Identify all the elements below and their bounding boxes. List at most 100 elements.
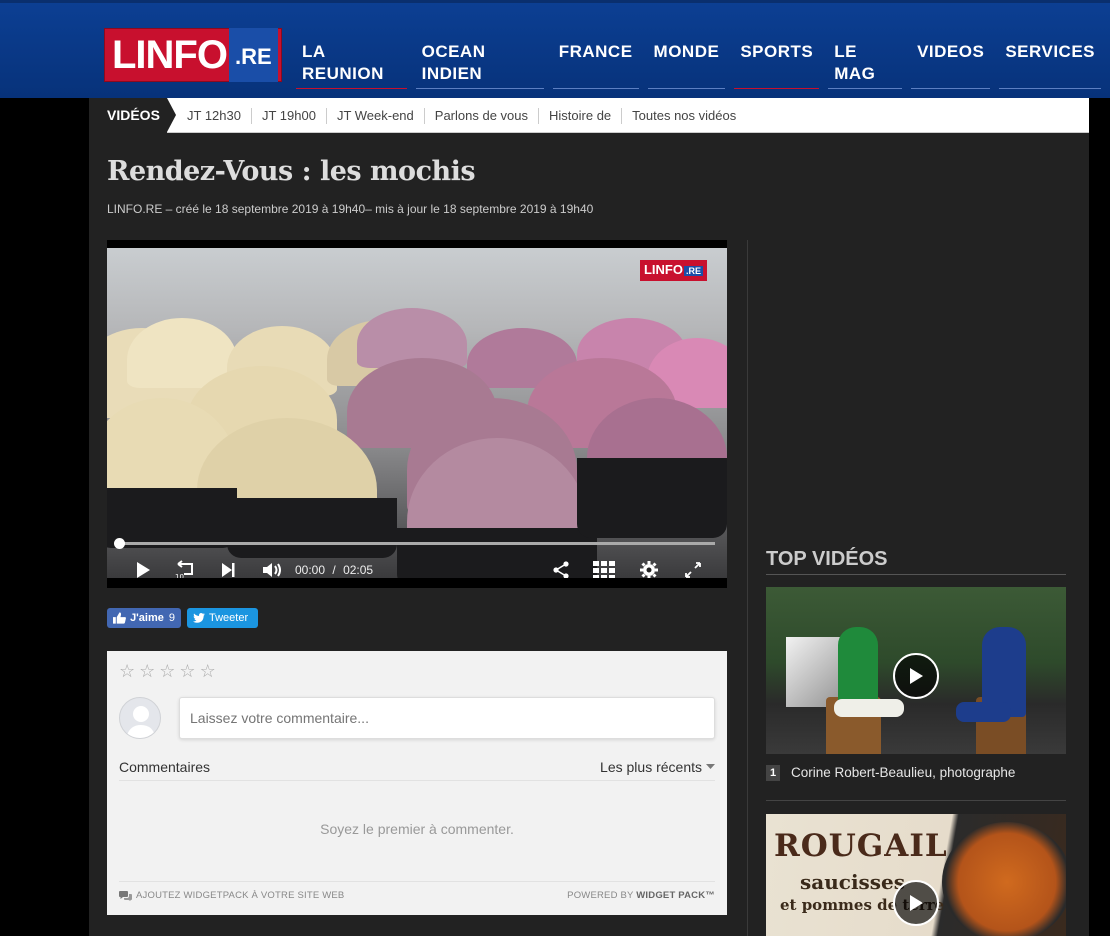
- fullscreen-icon: [685, 562, 701, 578]
- nav-la-reunion[interactable]: LA REUNION: [296, 41, 407, 89]
- star-icon[interactable]: ☆: [119, 661, 135, 682]
- nav-sports[interactable]: SPORTS: [734, 41, 820, 89]
- chat-bubbles-icon: [119, 890, 132, 901]
- subnav-jt-19h00[interactable]: JT 19h00: [252, 107, 327, 124]
- tweet-button[interactable]: Tweeter: [187, 608, 258, 628]
- settings-button[interactable]: [635, 554, 663, 578]
- share-icon: [553, 561, 569, 578]
- play-icon: [910, 668, 923, 684]
- svg-text:10: 10: [175, 573, 184, 578]
- powered-by-brand: WIDGET PACK™: [636, 890, 715, 901]
- comments-heading: Commentaires: [119, 759, 211, 775]
- mochi-cup: [577, 458, 727, 538]
- video-controls: 10 00:00 / 02:05: [107, 554, 727, 578]
- watermark-main-text: LINFO: [643, 262, 683, 277]
- twitter-bird-icon: [193, 613, 205, 623]
- volume-button[interactable]: [259, 554, 287, 578]
- thumb-person-green: [838, 627, 878, 707]
- page-title: Rendez-Vous : les mochis: [107, 156, 476, 187]
- mochi-cup: [227, 498, 397, 558]
- avatar: [119, 697, 161, 739]
- top-video-separator: [766, 800, 1066, 801]
- subnav-parlons-de-vous[interactable]: Parlons de vous: [425, 107, 540, 124]
- empty-comments-message: Soyez le premier à commenter.: [320, 821, 514, 837]
- star-icon[interactable]: ☆: [139, 661, 155, 682]
- video-watermark: LINFO .RE: [639, 260, 707, 281]
- caret-down-icon: [706, 764, 715, 769]
- powered-by[interactable]: POWERED BY WIDGET PACK™: [567, 890, 715, 901]
- comments-header: Commentaires Les plus récents: [119, 759, 715, 781]
- comments-widget: ☆ ☆ ☆ ☆ ☆ Commentaires Les plus récents …: [107, 651, 727, 915]
- article-meta: LINFO.RE – créé le 18 septembre 2019 à 1…: [107, 202, 594, 216]
- watermark-suffix-text: .RE: [683, 266, 703, 276]
- logo-suffix-text: .RE: [228, 28, 278, 82]
- comment-input[interactable]: [179, 697, 715, 739]
- top-video-rank: 1: [766, 765, 780, 781]
- current-time: 00:00: [295, 563, 326, 577]
- page-content: VIDÉOS JT 12h30 JT 19h00 JT Week-end Par…: [89, 98, 1089, 936]
- like-label: J'aime: [130, 612, 164, 624]
- nav-ocean-indien[interactable]: OCEAN INDIEN: [415, 41, 544, 89]
- top-video-title[interactable]: Corine Robert-Beaulieu, photographe: [791, 765, 1015, 780]
- top-videos-rule: [766, 574, 1066, 575]
- play-button[interactable]: [129, 554, 157, 578]
- rewind-10-icon: 10: [175, 560, 193, 578]
- nav-le-mag[interactable]: LE MAG: [828, 41, 903, 89]
- add-widgetpack-link[interactable]: AJOUTEZ WIDGETPACK À VOTRE SITE WEB: [119, 890, 344, 901]
- subnav-toutes-nos-videos[interactable]: Toutes nos vidéos: [622, 108, 746, 124]
- skip-next-icon: [222, 563, 235, 577]
- site-header: LINFO .RE LA REUNION OCEAN INDIEN FRANCE…: [0, 0, 1110, 98]
- play-overlay-button[interactable]: [893, 880, 939, 926]
- rewind-10-button[interactable]: 10: [171, 554, 199, 578]
- progress-knob[interactable]: [114, 538, 125, 549]
- play-icon: [137, 562, 150, 578]
- duration: 02:05: [343, 563, 374, 577]
- site-logo[interactable]: LINFO .RE: [104, 28, 282, 82]
- nav-monde[interactable]: MONDE: [647, 41, 726, 89]
- thumb2-text-line2: saucisses: [800, 870, 906, 894]
- star-icon[interactable]: ☆: [159, 661, 175, 682]
- subnav-section-label: VIDÉOS: [89, 98, 176, 133]
- star-icon[interactable]: ☆: [179, 661, 195, 682]
- thumb-dish: [942, 822, 1066, 936]
- sort-dropdown[interactable]: Les plus récents: [600, 759, 715, 775]
- play-icon: [910, 895, 923, 911]
- gear-icon: [640, 561, 658, 578]
- next-button[interactable]: [215, 554, 241, 578]
- thumb-person-green-legs: [834, 699, 904, 717]
- add-widgetpack-text: AJOUTEZ WIDGETPACK À VOTRE SITE WEB: [136, 890, 345, 901]
- thumb2-text-line1: ROUGAIL: [774, 828, 948, 864]
- mochi-cup: [107, 488, 237, 548]
- user-placeholder-icon: [126, 706, 156, 738]
- top-videos-title: TOP VIDÉOS: [766, 548, 888, 570]
- top-video-thumbnail-1[interactable]: [766, 587, 1066, 754]
- tweet-label: Tweeter: [209, 612, 249, 624]
- video-player[interactable]: LINFO .RE 10 00:00 / 02:05: [107, 240, 727, 588]
- nav-france[interactable]: FRANCE: [552, 41, 639, 89]
- subnav-jt-week-end[interactable]: JT Week-end: [327, 107, 425, 124]
- video-progress-bar[interactable]: [114, 538, 715, 549]
- nav-videos[interactable]: VIDEOS: [911, 41, 991, 89]
- nav-services[interactable]: SERVICES: [999, 41, 1101, 89]
- fullscreen-button[interactable]: [679, 554, 707, 578]
- time-separator: /: [332, 563, 336, 577]
- comments-footer: AJOUTEZ WIDGETPACK À VOTRE SITE WEB POWE…: [119, 881, 715, 901]
- video-time: 00:00 / 02:05: [295, 554, 373, 578]
- playlist-grid-button[interactable]: [589, 554, 619, 578]
- top-video-thumbnail-2[interactable]: ROUGAIL saucisses et pommes de terre: [766, 814, 1066, 936]
- star-icon[interactable]: ☆: [200, 661, 216, 682]
- grid-icon: [593, 561, 615, 578]
- subnav-links: JT 12h30 JT 19h00 JT Week-end Parlons de…: [177, 98, 746, 133]
- video-frame[interactable]: LINFO .RE 10 00:00 / 02:05: [107, 248, 727, 578]
- facebook-like-button[interactable]: J'aime 9: [107, 608, 181, 628]
- volume-icon: [263, 563, 281, 577]
- thumb-person-blue-legs: [956, 702, 1011, 722]
- subnav-histoire-de[interactable]: Histoire de: [539, 107, 623, 124]
- share-button[interactable]: [547, 554, 575, 578]
- play-overlay-button[interactable]: [893, 653, 939, 699]
- sort-label: Les plus récents: [600, 759, 702, 775]
- social-buttons: J'aime 9 Tweeter: [107, 608, 258, 628]
- main-nav: LA REUNION OCEAN INDIEN FRANCE MONDE SPO…: [296, 41, 1110, 89]
- subnav-jt-12h30[interactable]: JT 12h30: [177, 107, 252, 124]
- column-divider: [747, 240, 748, 936]
